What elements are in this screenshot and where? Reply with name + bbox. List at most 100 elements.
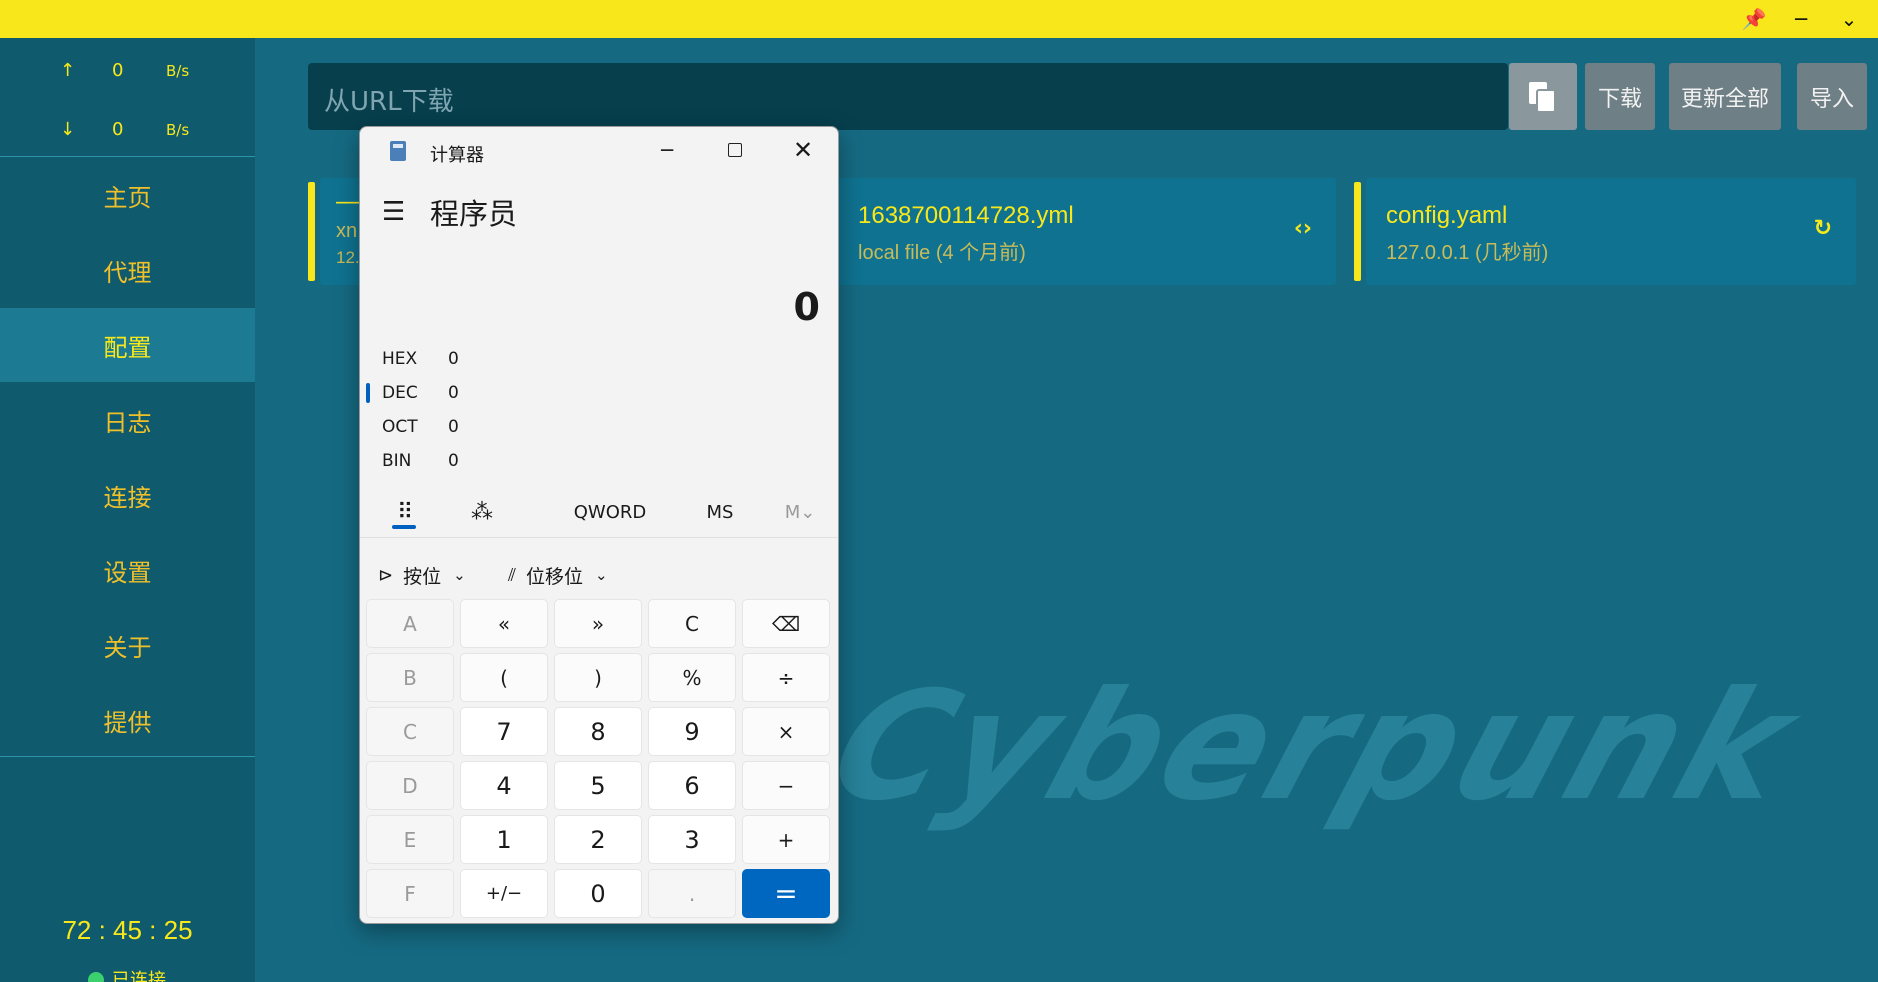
card-selected-bar: [308, 182, 315, 281]
key-multiply[interactable]: ×: [742, 707, 830, 756]
key-minus[interactable]: −: [742, 761, 830, 810]
key-backspace[interactable]: ⌫: [742, 599, 830, 648]
profile-card[interactable]: config.yaml 127.0.0.1 (几秒前) ↻: [1354, 178, 1856, 285]
bitwise-dropdown[interactable]: ⊳ 按位 ⌄: [378, 555, 466, 595]
calculator-toolbar: ⠿ ⁂ QWORD MS M⌄: [360, 487, 838, 537]
memory-store-button[interactable]: MS: [690, 487, 750, 537]
pin-icon[interactable]: 📌: [1731, 0, 1777, 38]
upload-speed: ↑ 0 B/s: [0, 50, 255, 90]
base-row-bin[interactable]: BIN 0: [382, 451, 582, 481]
calculator-mode: 程序员: [430, 197, 518, 231]
divider: [0, 156, 255, 157]
profile-title: —: [336, 188, 360, 215]
base-value: 0: [448, 383, 459, 403]
memory-button[interactable]: M⌄: [770, 487, 830, 537]
profile-card[interactable]: 1638700114728.yml local file (4 个月前) ‹›: [838, 178, 1336, 285]
bitshift-dropdown[interactable]: ⫽ 位移位 ⌄: [508, 555, 608, 595]
nav-logs[interactable]: 日志: [0, 383, 255, 457]
bitshift-label: 位移位: [526, 565, 584, 588]
base-name: DEC: [382, 383, 418, 403]
import-button[interactable]: 导入: [1797, 63, 1867, 130]
word-size-button[interactable]: QWORD: [550, 487, 670, 537]
key-a[interactable]: A: [366, 599, 454, 648]
key-percent[interactable]: %: [648, 653, 736, 702]
minimize-button[interactable]: ─: [633, 127, 701, 173]
base-row-dec[interactable]: DEC 0: [382, 383, 582, 413]
key-rotate-left[interactable]: «: [460, 599, 548, 648]
collapse-button[interactable]: ⌄: [1826, 0, 1872, 38]
nav-connections[interactable]: 连接: [0, 458, 255, 532]
full-keypad-icon[interactable]: ⠿: [374, 487, 436, 537]
calculator-display: 0: [793, 285, 820, 329]
paste-button[interactable]: [1509, 63, 1577, 130]
update-all-button[interactable]: 更新全部: [1669, 63, 1781, 130]
profile-title: config.yaml: [1386, 202, 1508, 229]
key-open-paren[interactable]: (: [460, 653, 548, 702]
key-decimal[interactable]: .: [648, 869, 736, 918]
url-input[interactable]: 从URL下载: [308, 63, 1508, 130]
key-b[interactable]: B: [366, 653, 454, 702]
divider: [0, 756, 255, 757]
calculator-title: 计算器: [430, 145, 484, 166]
base-value: 0: [448, 349, 459, 369]
key-8[interactable]: 8: [554, 707, 642, 756]
key-c-hex[interactable]: C: [366, 707, 454, 756]
nav-settings[interactable]: 设置: [0, 533, 255, 607]
key-6[interactable]: 6: [648, 761, 736, 810]
key-3[interactable]: 3: [648, 815, 736, 864]
refresh-icon[interactable]: ↻: [1814, 216, 1832, 241]
key-divide[interactable]: ÷: [742, 653, 830, 702]
key-equals[interactable]: =: [742, 869, 830, 918]
close-button[interactable]: ✕: [769, 127, 837, 173]
hamburger-menu-icon[interactable]: ☰: [382, 197, 405, 227]
base-row-hex[interactable]: HEX 0: [382, 349, 582, 379]
base-value: 0: [448, 417, 459, 437]
card-selected-bar: [1354, 182, 1361, 281]
status-dot-icon: [88, 972, 104, 982]
uptime-timer: 72 : 45 : 25: [62, 915, 193, 945]
maximize-button[interactable]: [701, 127, 769, 173]
upload-value: 0: [112, 60, 124, 81]
base-name: HEX: [382, 349, 418, 369]
download-value: 0: [112, 119, 124, 140]
key-2[interactable]: 2: [554, 815, 642, 864]
key-rotate-right[interactable]: »: [554, 599, 642, 648]
key-clear[interactable]: C: [648, 599, 736, 648]
key-1[interactable]: 1: [460, 815, 548, 864]
base-row-oct[interactable]: OCT 0: [382, 417, 582, 447]
base-value: 0: [448, 451, 459, 471]
key-0[interactable]: 0: [554, 869, 642, 918]
download-button[interactable]: 下载: [1585, 63, 1655, 130]
chevron-down-icon: ⌄: [453, 566, 466, 584]
key-f[interactable]: F: [366, 869, 454, 918]
key-4[interactable]: 4: [460, 761, 548, 810]
selected-base-indicator: [366, 383, 370, 403]
calculator-window: 计算器 ─ ✕ ☰ 程序员 0 HEX 0 DEC 0 OCT 0 BIN 0 ⠿ ⁂ …: [359, 126, 839, 924]
nav-profiles[interactable]: 配置: [0, 308, 255, 382]
bitshift-icon: ⫽: [508, 564, 517, 586]
chevron-down-icon: ⌄: [595, 566, 608, 584]
nav-providers[interactable]: 提供: [0, 683, 255, 757]
key-plus[interactable]: +: [742, 815, 830, 864]
key-9[interactable]: 9: [648, 707, 736, 756]
key-close-paren[interactable]: ): [554, 653, 642, 702]
nav-about[interactable]: 关于: [0, 608, 255, 682]
download-speed: ↓ 0 B/s: [0, 109, 255, 149]
download-arrow-icon: ↓: [60, 119, 76, 140]
profile-subtitle: 127.0.0.1 (几秒前): [1386, 242, 1549, 264]
key-negate[interactable]: +/−: [460, 869, 548, 918]
key-5[interactable]: 5: [554, 761, 642, 810]
upload-unit: B/s: [166, 62, 190, 80]
key-7[interactable]: 7: [460, 707, 548, 756]
key-e[interactable]: E: [366, 815, 454, 864]
title-bar: 📌 ─ ⌄: [0, 0, 1878, 38]
minimize-button[interactable]: ─: [1778, 0, 1824, 38]
code-icon[interactable]: ‹›: [1294, 216, 1312, 241]
bit-toggle-keypad-icon[interactable]: ⁂: [452, 487, 512, 537]
nav-home[interactable]: 主页: [0, 158, 255, 232]
active-tool-indicator: [392, 525, 416, 529]
nav-proxy[interactable]: 代理: [0, 233, 255, 307]
paste-icon: [1529, 81, 1556, 113]
profile-subtitle: xn: [336, 220, 358, 242]
key-d[interactable]: D: [366, 761, 454, 810]
